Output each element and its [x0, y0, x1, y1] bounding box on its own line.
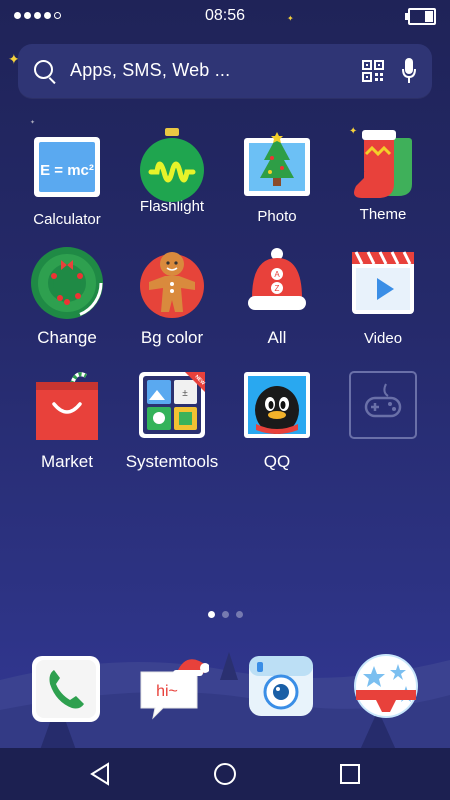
app-label: Systemtools	[125, 452, 219, 471]
page-indicator	[0, 611, 450, 618]
dock-camera[interactable]	[245, 652, 317, 724]
back-icon[interactable]	[86, 760, 114, 788]
app-flashlight[interactable]: Flashlight	[122, 126, 222, 215]
battery-icon	[405, 8, 436, 25]
video-icon	[346, 246, 420, 320]
app-label: Market	[41, 452, 93, 471]
photo-icon	[240, 130, 314, 204]
app-label: Bg color	[140, 328, 204, 347]
svg-text:±: ±	[182, 388, 188, 399]
qr-code-icon[interactable]	[362, 60, 384, 82]
theme-icon	[346, 128, 420, 202]
dock-phone[interactable]	[30, 652, 102, 724]
wreath-icon	[30, 246, 104, 320]
status-time: 08:56	[204, 7, 246, 24]
messaging-icon: hi~	[140, 659, 210, 720]
phone-icon	[32, 656, 100, 722]
gamepad-icon	[346, 368, 420, 442]
gingerbread-icon	[135, 246, 209, 320]
dock-messaging[interactable]: hi~	[137, 652, 210, 724]
app-label: QQ	[263, 452, 291, 471]
search-input[interactable]: Apps, SMS, Web ...	[70, 60, 230, 81]
app-video[interactable]: Video	[333, 246, 433, 347]
app-change[interactable]: Change	[17, 246, 117, 348]
status-bar: 08:56	[0, 0, 450, 34]
app-bg-color[interactable]: Bg color	[122, 246, 222, 348]
app-calculator[interactable]: E = mc² Calculator	[17, 133, 117, 228]
app-market[interactable]: Market	[17, 368, 117, 472]
shopping-bag-icon	[30, 368, 104, 442]
app-all[interactable]: A Z All	[227, 246, 327, 348]
recents-icon[interactable]	[336, 760, 364, 788]
qq-penguin-icon	[240, 368, 314, 442]
calculator-icon: E = mc²	[30, 133, 104, 207]
flashlight-icon	[135, 126, 209, 202]
app-label: Video	[363, 330, 403, 347]
app-theme[interactable]: Theme	[333, 128, 433, 223]
app-game[interactable]	[333, 368, 433, 446]
app-photo[interactable]: Photo	[227, 130, 327, 225]
svg-text:Z: Z	[275, 284, 280, 293]
svg-text:E = mc²: E = mc²	[40, 162, 94, 179]
page-dot[interactable]	[221, 611, 229, 618]
star-decoration: ✦	[30, 120, 36, 126]
microphone-icon[interactable]	[402, 58, 416, 84]
app-systemtools[interactable]: ± NEW Systemtools	[122, 368, 222, 472]
app-label: Change	[37, 328, 97, 347]
svg-text:hi~: hi~	[156, 683, 178, 700]
app-qq[interactable]: QQ	[227, 368, 327, 472]
browser-icon	[354, 654, 418, 718]
santa-hat-icon: A Z	[240, 246, 314, 320]
search-icon	[34, 60, 53, 79]
search-bar[interactable]: Apps, SMS, Web ...	[18, 44, 432, 98]
camera-icon	[249, 656, 313, 716]
page-dot[interactable]	[235, 611, 243, 618]
app-label: Calculator	[33, 211, 101, 228]
system-tools-folder-icon: ± NEW	[135, 368, 209, 442]
app-label: Theme	[359, 206, 407, 223]
svg-text:A: A	[274, 270, 280, 279]
dock-browser[interactable]	[350, 652, 422, 724]
page-dot[interactable]	[207, 611, 215, 618]
app-label: Photo	[257, 208, 297, 225]
home-icon[interactable]	[211, 760, 239, 788]
navigation-bar	[0, 748, 450, 800]
app-label: All	[267, 328, 287, 347]
